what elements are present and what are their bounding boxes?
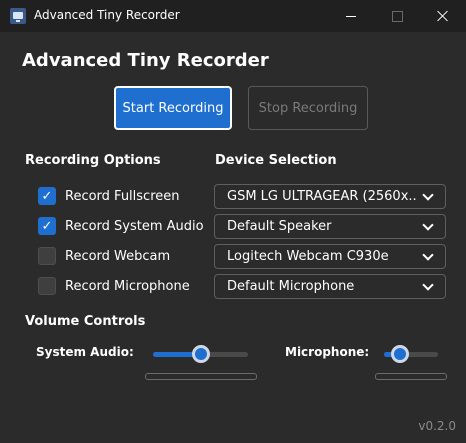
close-icon bbox=[437, 10, 449, 22]
checkmark-icon: ✓ bbox=[41, 188, 53, 204]
minimize-button[interactable] bbox=[328, 0, 374, 32]
chevron-down-icon bbox=[422, 249, 434, 261]
option-record-system-audio[interactable]: ✓ Record System Audio bbox=[38, 216, 204, 236]
speaker-select-value: Default Speaker bbox=[227, 219, 332, 234]
speaker-select[interactable]: Default Speaker bbox=[214, 214, 446, 239]
display-select-value: GSM LG ULTRAGEAR (2560x... bbox=[227, 189, 417, 204]
microphone-slider[interactable] bbox=[384, 345, 438, 363]
window-title: Advanced Tiny Recorder bbox=[34, 8, 180, 22]
microphone-select[interactable]: Default Microphone bbox=[214, 274, 446, 299]
option-label: Record Microphone bbox=[65, 278, 190, 294]
microphone-label: Microphone: bbox=[285, 345, 370, 359]
start-recording-button[interactable]: Start Recording bbox=[114, 86, 232, 130]
microphone-select-value: Default Microphone bbox=[227, 279, 355, 294]
stop-recording-button[interactable]: Stop Recording bbox=[248, 86, 368, 130]
checkbox-record-system-audio[interactable]: ✓ bbox=[38, 217, 56, 235]
system-audio-label: System Audio: bbox=[36, 345, 134, 359]
minimize-icon bbox=[346, 15, 356, 17]
webcam-select[interactable]: Logitech Webcam C930e bbox=[214, 244, 446, 269]
maximize-icon bbox=[391, 10, 403, 22]
option-label: Record System Audio bbox=[65, 218, 204, 234]
device-selection-heading: Device Selection bbox=[215, 153, 337, 168]
checkbox-record-webcam[interactable] bbox=[38, 247, 56, 265]
close-button[interactable] bbox=[420, 0, 466, 32]
chevron-down-icon bbox=[422, 279, 434, 291]
display-select[interactable]: GSM LG ULTRAGEAR (2560x... bbox=[214, 184, 446, 209]
system-audio-level-meter bbox=[145, 373, 257, 380]
checkbox-record-fullscreen[interactable]: ✓ bbox=[38, 187, 56, 205]
recording-options-heading: Recording Options bbox=[25, 153, 161, 168]
chevron-down-icon bbox=[422, 219, 434, 231]
volume-controls-heading: Volume Controls bbox=[25, 314, 146, 329]
microphone-slider-thumb[interactable] bbox=[391, 345, 410, 363]
maximize-button[interactable] bbox=[374, 0, 420, 32]
app-icon bbox=[10, 8, 26, 24]
title-bar: Advanced Tiny Recorder bbox=[0, 0, 466, 32]
option-record-webcam[interactable]: Record Webcam bbox=[38, 246, 170, 266]
microphone-level-meter bbox=[375, 373, 447, 380]
checkmark-icon: ✓ bbox=[41, 218, 53, 234]
option-record-fullscreen[interactable]: ✓ Record Fullscreen bbox=[38, 186, 180, 206]
checkbox-record-microphone[interactable] bbox=[38, 277, 56, 295]
system-audio-slider[interactable] bbox=[153, 345, 248, 363]
version-label: v0.2.0 bbox=[418, 419, 456, 433]
option-record-microphone[interactable]: Record Microphone bbox=[38, 276, 190, 296]
system-audio-slider-thumb[interactable] bbox=[191, 345, 210, 363]
option-label: Record Webcam bbox=[65, 248, 171, 264]
app-title: Advanced Tiny Recorder bbox=[22, 50, 269, 71]
chevron-down-icon bbox=[422, 189, 434, 201]
option-label: Record Fullscreen bbox=[65, 188, 180, 204]
webcam-select-value: Logitech Webcam C930e bbox=[227, 249, 389, 264]
